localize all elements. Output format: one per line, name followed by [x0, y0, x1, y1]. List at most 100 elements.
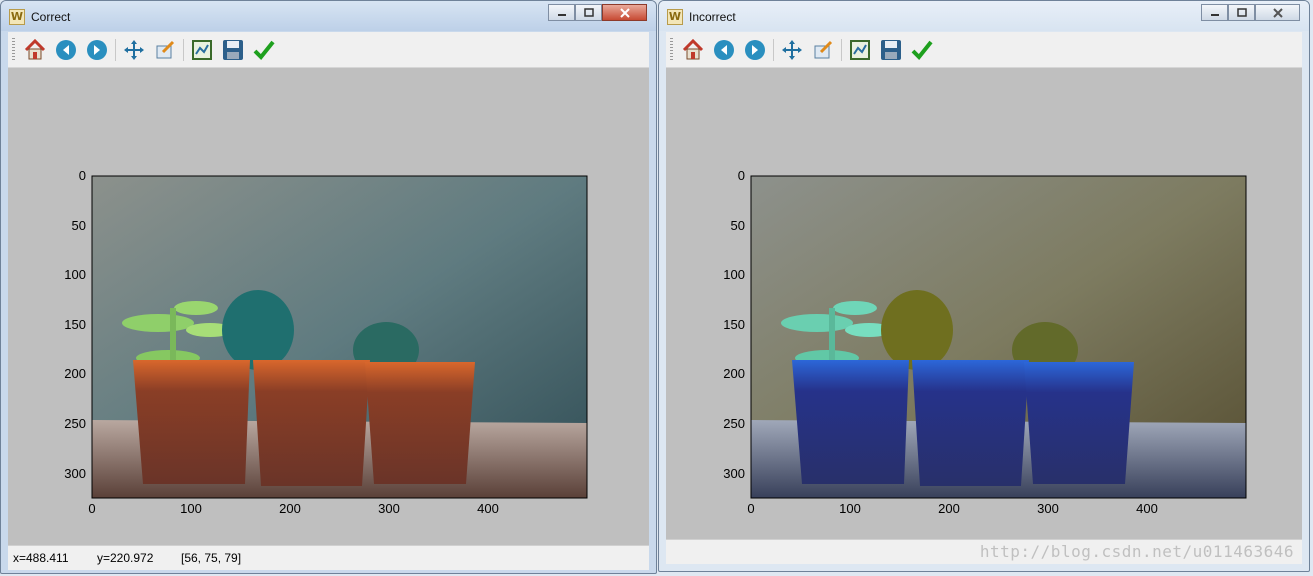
matplotlib-app-icon: W — [667, 9, 683, 25]
home-button[interactable] — [680, 37, 706, 63]
minimize-icon — [1210, 13, 1219, 16]
y-axis: 0 50 100 150 200 250 300 — [64, 168, 86, 481]
window-client: 0 50 100 150 200 250 300 0 100 200 300 4… — [666, 32, 1302, 564]
edit-check-icon — [253, 40, 275, 60]
y-tick-label: 50 — [731, 218, 745, 233]
y-tick-label: 0 — [738, 168, 745, 183]
window-client: 0 50 100 150 200 250 300 0 100 200 300 4… — [8, 32, 649, 570]
x-axis: 0 100 200 300 400 — [747, 501, 1157, 516]
save-button[interactable] — [220, 37, 246, 63]
back-icon — [56, 40, 76, 60]
home-icon — [682, 38, 704, 60]
save-button[interactable] — [878, 37, 904, 63]
y-tick-label: 300 — [64, 466, 86, 481]
close-button[interactable] — [1255, 4, 1300, 21]
minimize-button[interactable] — [548, 4, 575, 21]
forward-button[interactable] — [742, 37, 768, 63]
forward-button[interactable] — [84, 37, 110, 63]
maximize-icon — [583, 8, 594, 17]
x-tick-label: 200 — [279, 501, 301, 516]
minimize-icon — [557, 13, 566, 16]
y-tick-label: 100 — [723, 267, 745, 282]
x-tick-label: 300 — [1037, 501, 1059, 516]
caption-buttons — [1201, 4, 1300, 22]
x-axis: 0 100 200 300 400 — [88, 501, 498, 516]
edit-check-button[interactable] — [251, 37, 277, 63]
edit-check-button[interactable] — [909, 37, 935, 63]
cursor-x-readout: x=488.411 — [13, 551, 69, 565]
cactus-middle — [881, 290, 953, 370]
save-icon — [881, 40, 901, 60]
watermark-text: http://blog.csdn.net/u011463646 — [979, 542, 1294, 561]
back-icon — [714, 40, 734, 60]
x-tick-label: 0 — [747, 501, 754, 516]
zoom-button[interactable] — [810, 37, 836, 63]
home-button[interactable] — [22, 37, 48, 63]
pot-middle — [253, 360, 370, 486]
x-tick-label: 200 — [938, 501, 960, 516]
x-tick-label: 100 — [180, 501, 202, 516]
configure-subplots-button[interactable] — [847, 37, 873, 63]
plot-canvas[interactable]: 0 50 100 150 200 250 300 0 100 200 300 4… — [8, 68, 651, 548]
maximize-button[interactable] — [575, 4, 602, 21]
y-tick-label: 250 — [64, 416, 86, 431]
y-tick-label: 50 — [72, 218, 86, 233]
y-tick-label: 100 — [64, 267, 86, 282]
image-axes — [91, 175, 588, 499]
y-tick-label: 300 — [723, 466, 745, 481]
maximize-button[interactable] — [1228, 4, 1255, 21]
toolbar-separator — [115, 39, 116, 61]
pan-button[interactable] — [779, 37, 805, 63]
pot-left — [133, 360, 250, 484]
zoom-button[interactable] — [152, 37, 178, 63]
configure-subplots-icon — [192, 40, 212, 60]
navigation-toolbar — [8, 32, 649, 68]
x-tick-label: 0 — [88, 501, 95, 516]
caption-buttons — [548, 4, 647, 22]
maximize-icon — [1236, 8, 1247, 17]
y-tick-label: 200 — [723, 366, 745, 381]
zoom-icon — [814, 40, 833, 59]
plot-canvas[interactable]: 0 50 100 150 200 250 300 0 100 200 300 4… — [666, 68, 1304, 542]
configure-subplots-icon — [850, 40, 870, 60]
close-button[interactable] — [602, 4, 647, 21]
x-tick-label: 100 — [839, 501, 861, 516]
window-title: Correct — [31, 10, 71, 24]
matplotlib-app-icon: W — [9, 9, 25, 25]
pot-left — [792, 360, 909, 484]
pot-middle — [912, 360, 1029, 486]
x-tick-label: 300 — [378, 501, 400, 516]
pot-right — [1024, 362, 1134, 484]
x-tick-label: 400 — [1136, 501, 1158, 516]
window-title: Incorrect — [689, 10, 736, 24]
x-tick-label: 400 — [477, 501, 499, 516]
y-tick-label: 250 — [723, 416, 745, 431]
back-button[interactable] — [53, 37, 79, 63]
toolbar-separator — [841, 39, 842, 61]
configure-subplots-button[interactable] — [189, 37, 215, 63]
pot-right — [365, 362, 475, 484]
status-bar: x=488.411 y=220.972 [56, 75, 79] — [8, 545, 649, 570]
home-icon — [24, 38, 46, 60]
minimize-button[interactable] — [1201, 4, 1228, 21]
image-axes — [750, 175, 1247, 499]
pan-button[interactable] — [121, 37, 147, 63]
y-axis: 0 50 100 150 200 250 300 — [723, 168, 745, 481]
title-bar[interactable]: W Incorrect — [659, 1, 1309, 31]
close-icon — [1272, 7, 1283, 18]
forward-icon — [87, 40, 107, 60]
title-bar[interactable]: W Correct — [1, 1, 656, 31]
cactus-middle — [222, 290, 294, 370]
edit-check-icon — [911, 40, 933, 60]
window-incorrect: W Incorrect 0 50 100 150 200 250 300 0 1… — [658, 0, 1310, 572]
save-icon — [223, 40, 243, 60]
forward-icon — [745, 40, 765, 60]
status-bar: http://blog.csdn.net/u011463646 — [666, 539, 1302, 564]
navigation-toolbar — [666, 32, 1302, 68]
toolbar-grip — [12, 38, 15, 62]
back-button[interactable] — [711, 37, 737, 63]
cursor-y-readout: y=220.972 — [97, 551, 154, 565]
y-tick-label: 150 — [64, 317, 86, 332]
y-tick-label: 150 — [723, 317, 745, 332]
close-icon — [619, 7, 630, 18]
